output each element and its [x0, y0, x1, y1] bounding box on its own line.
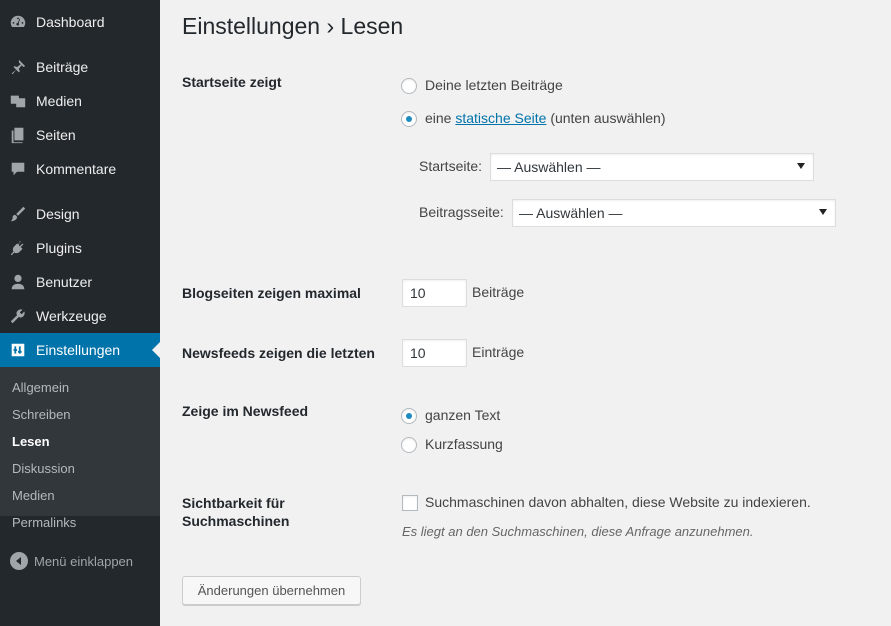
- menu-media[interactable]: Medien: [0, 84, 160, 118]
- search-engine-checkbox[interactable]: [402, 495, 418, 511]
- settings-submenu: Allgemein Schreiben Lesen Diskussion Med…: [0, 367, 160, 530]
- radio-summary[interactable]: [401, 437, 417, 453]
- menu-comments-label: Kommentare: [36, 161, 117, 177]
- menu-settings[interactable]: Einstellungen: [0, 333, 160, 367]
- submenu-writing[interactable]: Schreiben: [12, 407, 71, 422]
- feed-content-label: Zeige im Newsfeed: [182, 403, 309, 419]
- radio-full-text-label: ganzen Text: [425, 407, 501, 423]
- radio-static-page-label: eine statische Seite (unten auswählen): [425, 110, 666, 126]
- media-icon: [0, 92, 36, 110]
- blog-pages-unit: Beiträge: [472, 284, 525, 300]
- static-prefix: eine: [425, 110, 452, 126]
- menu-pages-label: Seiten: [36, 127, 76, 143]
- menu-design-label: Design: [36, 206, 80, 222]
- radio-latest-posts-label: Deine letzten Beiträge: [425, 77, 563, 93]
- radio-full-text[interactable]: [401, 408, 417, 424]
- menu-users-label: Benutzer: [36, 274, 93, 290]
- menu-plugins-label: Plugins: [36, 240, 82, 256]
- pin-icon: [0, 58, 36, 76]
- search-engine-description: Es liegt an den Suchmaschinen, diese Anf…: [402, 524, 754, 539]
- radio-static-page[interactable]: [401, 111, 417, 127]
- static-suffix: (unten auswählen): [550, 110, 666, 126]
- plugin-icon: [0, 239, 36, 257]
- menu-design[interactable]: Design: [0, 197, 160, 231]
- radio-summary-label: Kurzfassung: [425, 436, 503, 452]
- visibility-label-line1: Sichtbarkeit für: [182, 495, 285, 511]
- brush-icon: [0, 205, 36, 223]
- menu-users[interactable]: Benutzer: [0, 265, 160, 299]
- menu-settings-label: Einstellungen: [36, 342, 121, 358]
- visibility-label-line2: Suchmaschinen: [182, 513, 290, 529]
- front-page-select[interactable]: — Auswählen —: [490, 153, 814, 181]
- collapse-menu-button[interactable]: Menü einklappen: [0, 548, 160, 574]
- menu-posts[interactable]: Beiträge: [0, 50, 160, 84]
- save-changes-button[interactable]: Änderungen übernehmen: [182, 576, 361, 605]
- pages-icon: [0, 126, 36, 144]
- collapse-menu-label: Menü einklappen: [34, 553, 134, 569]
- submenu-permalinks[interactable]: Permalinks: [12, 515, 76, 530]
- wrench-icon: [0, 307, 36, 325]
- collapse-arrow-icon: [10, 552, 28, 570]
- blog-pages-value: 10: [410, 285, 426, 301]
- submenu-media[interactable]: Medien: [12, 488, 55, 503]
- feeds-unit: Einträge: [472, 344, 525, 360]
- feeds-input[interactable]: 10: [402, 339, 467, 367]
- settings-icon: [0, 341, 36, 359]
- menu-tools-label: Werkzeuge: [36, 308, 107, 324]
- search-engine-checkbox-label: Suchmaschinen davon abhalten, diese Webs…: [425, 494, 811, 510]
- menu-pages[interactable]: Seiten: [0, 118, 160, 152]
- main-content: Einstellungen › Lesen Startseite zeigt D…: [160, 0, 891, 626]
- dropdown-caret-icon: [819, 209, 827, 215]
- dashboard-icon: [0, 13, 36, 31]
- active-menu-arrow: [152, 342, 160, 358]
- feeds-value: 10: [410, 345, 426, 361]
- menu-posts-label: Beiträge: [36, 59, 89, 75]
- user-icon: [0, 273, 36, 291]
- menu-tools[interactable]: Werkzeuge: [0, 299, 160, 333]
- page-title: Einstellungen › Lesen: [182, 13, 404, 39]
- menu-dashboard[interactable]: Dashboard: [0, 5, 160, 39]
- feeds-label: Newsfeeds zeigen die letzten: [182, 345, 375, 361]
- comment-icon: [0, 160, 36, 178]
- dropdown-caret-icon: [797, 163, 805, 169]
- menu-dashboard-label: Dashboard: [36, 14, 105, 30]
- blog-pages-input[interactable]: 10: [402, 279, 467, 307]
- menu-plugins[interactable]: Plugins: [0, 231, 160, 265]
- posts-page-select-value: — Auswählen —: [519, 205, 623, 221]
- admin-sidebar: Dashboard Beiträge Medien Seiten Komment…: [0, 0, 160, 626]
- menu-comments[interactable]: Kommentare: [0, 152, 160, 186]
- posts-page-select[interactable]: — Auswählen —: [512, 199, 836, 227]
- blog-pages-label: Blogseiten zeigen maximal: [182, 285, 361, 301]
- front-page-select-value: — Auswählen —: [497, 159, 601, 175]
- submenu-general[interactable]: Allgemein: [12, 380, 69, 395]
- submenu-reading[interactable]: Lesen: [12, 434, 50, 449]
- static-page-link[interactable]: statische Seite: [455, 110, 546, 126]
- front-page-select-label: Startseite:: [419, 158, 483, 174]
- front-page-label: Startseite zeigt: [182, 74, 282, 90]
- radio-latest-posts[interactable]: [401, 78, 417, 94]
- menu-media-label: Medien: [36, 93, 82, 109]
- submenu-discussion[interactable]: Diskussion: [12, 461, 75, 476]
- posts-page-select-label: Beitragsseite:: [419, 204, 504, 220]
